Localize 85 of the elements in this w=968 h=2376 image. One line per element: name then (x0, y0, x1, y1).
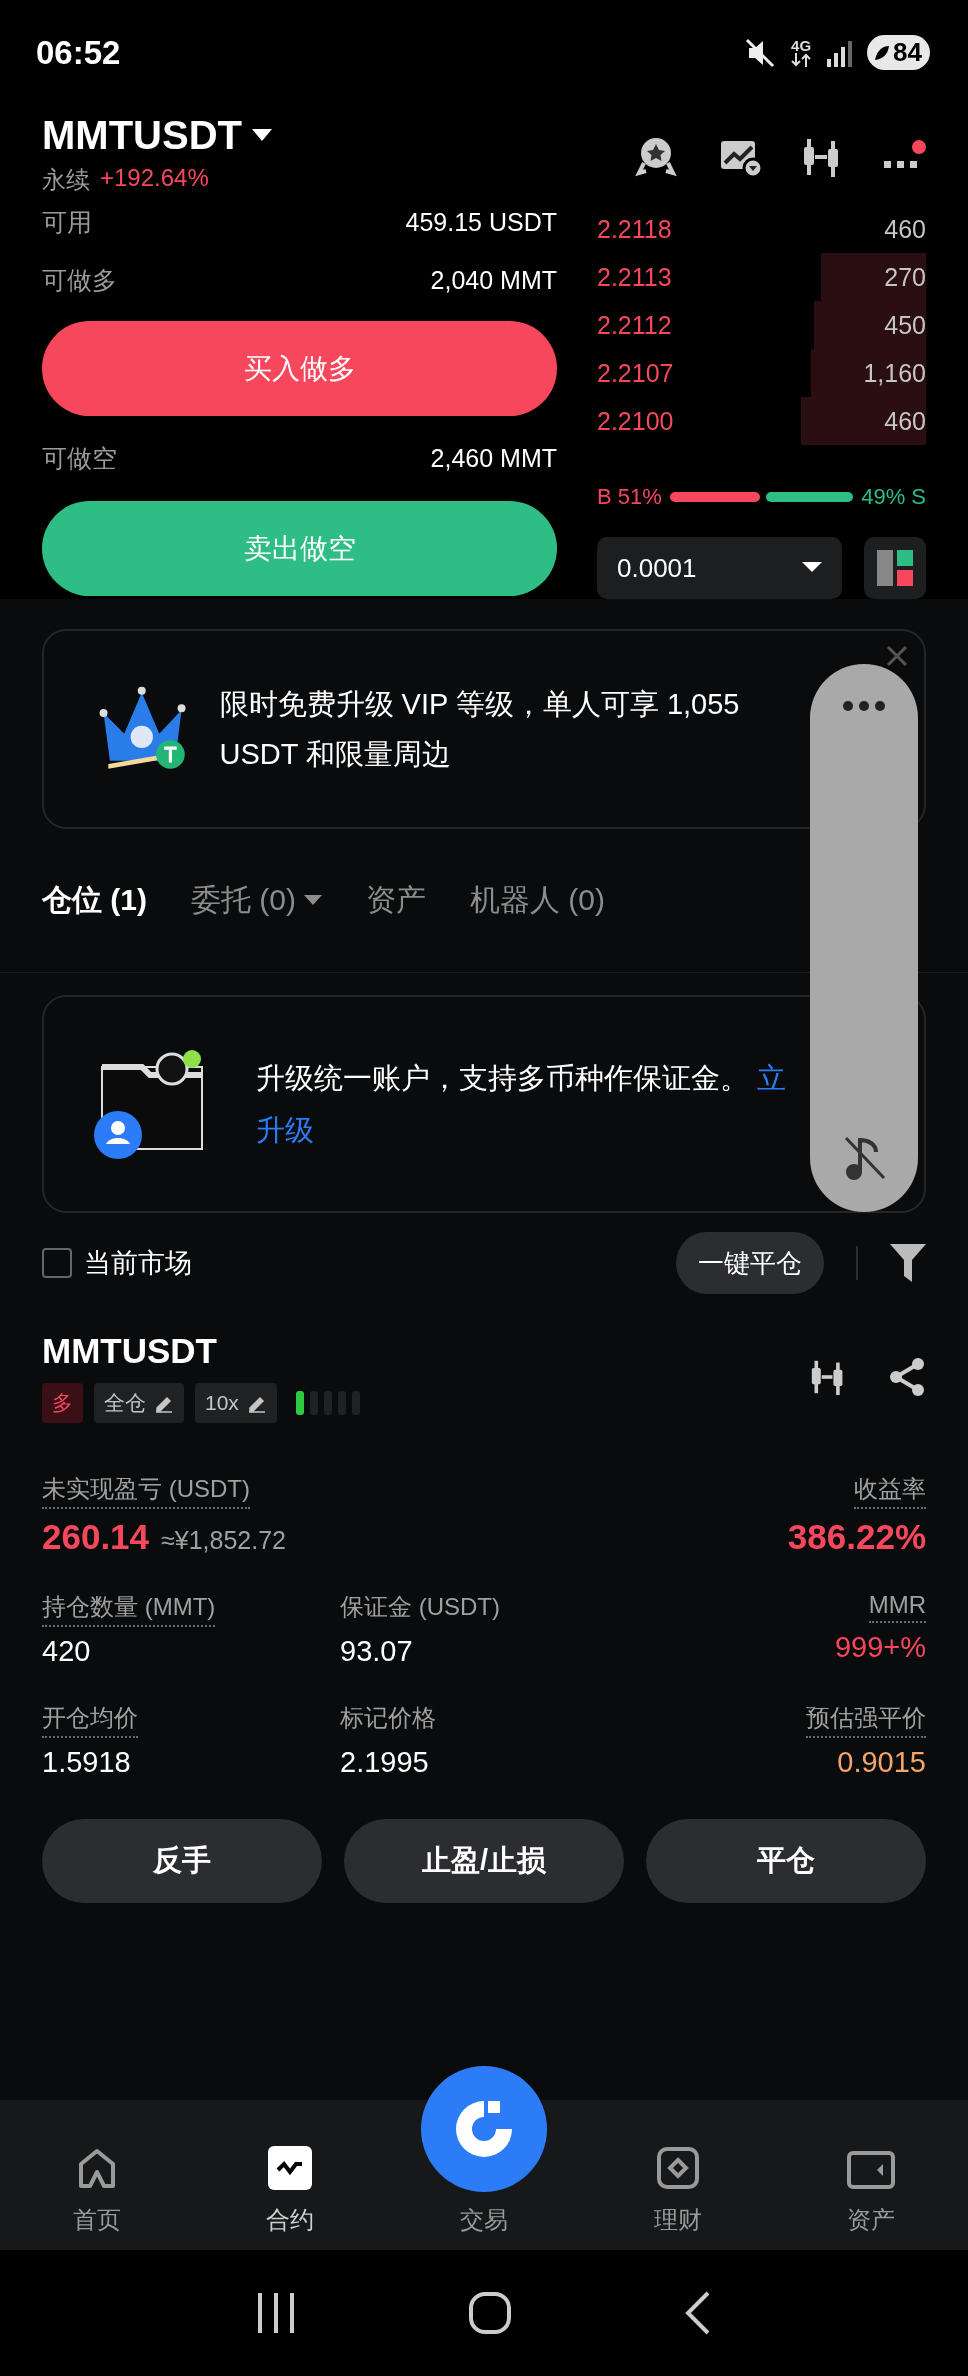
stat-label[interactable]: 开仓均价 (42, 1702, 138, 1738)
nav-item[interactable]: 理财 (580, 2145, 775, 2237)
network-type: 4G (791, 38, 812, 53)
fiat-value: ≈¥1,852.72 (161, 1526, 286, 1555)
mode-tag[interactable]: 10x (195, 1383, 277, 1423)
upgrade-link[interactable]: 升级 (256, 1104, 787, 1156)
layout-icon (877, 550, 913, 586)
filter-icon[interactable] (890, 1244, 926, 1282)
stat-label[interactable]: 预估强平价 (806, 1702, 926, 1738)
caret-icon[interactable] (251, 128, 272, 143)
position-action-button[interactable]: 止盈/止损 (344, 1819, 624, 1903)
data-arrows-icon (791, 53, 812, 67)
diamond-card-icon (655, 2146, 700, 2190)
current-market-checkbox[interactable]: 当前市场 (42, 1245, 192, 1281)
book-layout-button[interactable] (864, 537, 926, 599)
field-label: 可用 (42, 206, 92, 238)
stat-label[interactable]: 未实现盈亏 (USDT) (42, 1473, 250, 1509)
wallet-icon (847, 2150, 896, 2190)
ask-amount: 460 (884, 214, 926, 244)
stat-label[interactable]: 收益率 (854, 1473, 926, 1509)
ask-price: 2.2113 (597, 262, 672, 292)
tab[interactable]: 仓位 (1) (42, 880, 147, 921)
stat-label: 保证金 (USDT) (340, 1592, 500, 1622)
field-label: 可做空 (42, 443, 117, 474)
position-action-button[interactable]: 平仓 (646, 1819, 926, 1903)
mode-tag[interactable]: 全仓 (94, 1383, 184, 1423)
stat-value: 420 (42, 1635, 91, 1668)
field-value: 2,460 MMT (430, 444, 557, 473)
pair-title[interactable]: MMTUSDT (42, 113, 242, 158)
stat-value: 999+% (834, 1631, 926, 1664)
stat-value: 0.9015 (837, 1746, 926, 1779)
buy-ratio: B 51% (597, 484, 662, 510)
ask-amount: 1,160 (863, 358, 926, 388)
ask-amount: 450 (884, 310, 926, 340)
muted-note-icon[interactable] (842, 1134, 886, 1182)
tab[interactable]: 资产 (366, 880, 426, 921)
position-action-button[interactable]: 反手 (42, 1819, 322, 1903)
pulse-chart-icon (268, 2146, 313, 2190)
nav-item[interactable]: 资产 (774, 2149, 968, 2237)
side-tag: 多 (42, 1383, 83, 1423)
stat-value: 386.22% (787, 1517, 926, 1557)
nav-item[interactable]: 合约 (193, 2145, 388, 2237)
floating-panel[interactable] (810, 664, 918, 1212)
nav-item[interactable]: 首页 (0, 2145, 194, 2237)
stat-value: 1.5918 (42, 1746, 131, 1779)
stat-label: 标记价格 (340, 1703, 436, 1733)
ask-price: 2.2118 (597, 214, 672, 244)
available-balance: 459.15 USDT (405, 207, 557, 237)
tab[interactable]: 机器人 (0) (470, 880, 605, 921)
more-icon[interactable] (842, 700, 886, 712)
ask-price: 2.2112 (597, 310, 672, 340)
stat-value: 93.07 (340, 1635, 413, 1668)
signal-icon (825, 38, 854, 67)
back-icon[interactable] (684, 2291, 712, 2335)
caret-icon (802, 562, 822, 574)
clock: 06:52 (36, 33, 121, 72)
upgrade-link[interactable]: 立 (757, 1062, 787, 1094)
battery-indicator: 84 (867, 35, 930, 70)
notice-text: 升级统一账户，支持多币种作保证金。 立 (256, 1061, 787, 1096)
promo-text: 限时免费升级 VIP 等级，单人可享 1,055 USDT 和限量周边 (219, 687, 741, 772)
nav-item[interactable]: 交易 (387, 2065, 581, 2237)
buy-long-button[interactable]: 买入做多 (42, 321, 557, 416)
close-icon[interactable] (886, 645, 908, 667)
field-label: 可做多 (42, 264, 117, 296)
contract-type: 永续 (42, 165, 90, 195)
stat-label[interactable]: 持仓数量 (MMT) (42, 1591, 216, 1627)
field-value: 2,040 MMT (430, 265, 557, 295)
share-icon[interactable] (888, 1357, 926, 1397)
precision-select[interactable]: 0.0001 (597, 537, 842, 599)
ask-amount: 460 (884, 406, 926, 436)
medal-icon[interactable] (634, 135, 678, 179)
stat-value: 2.1995 (340, 1746, 429, 1779)
stat-label[interactable]: MMR (868, 1591, 926, 1623)
close-all-button[interactable]: 一键平仓 (676, 1232, 824, 1294)
price-change: +192.64% (100, 164, 209, 193)
stat-value: 260.14 (42, 1517, 150, 1557)
ask-price: 2.2107 (597, 358, 674, 388)
position-symbol: MMTUSDT (42, 1331, 218, 1371)
caret-icon (304, 894, 322, 907)
tab[interactable]: 委托 (0) (191, 880, 322, 921)
recents-icon[interactable] (256, 2291, 296, 2335)
ask-price: 2.2100 (597, 406, 674, 436)
sell-ratio: 49% S (861, 484, 926, 510)
home-button-icon[interactable] (468, 2291, 512, 2335)
ask-amount: 270 (884, 262, 926, 292)
